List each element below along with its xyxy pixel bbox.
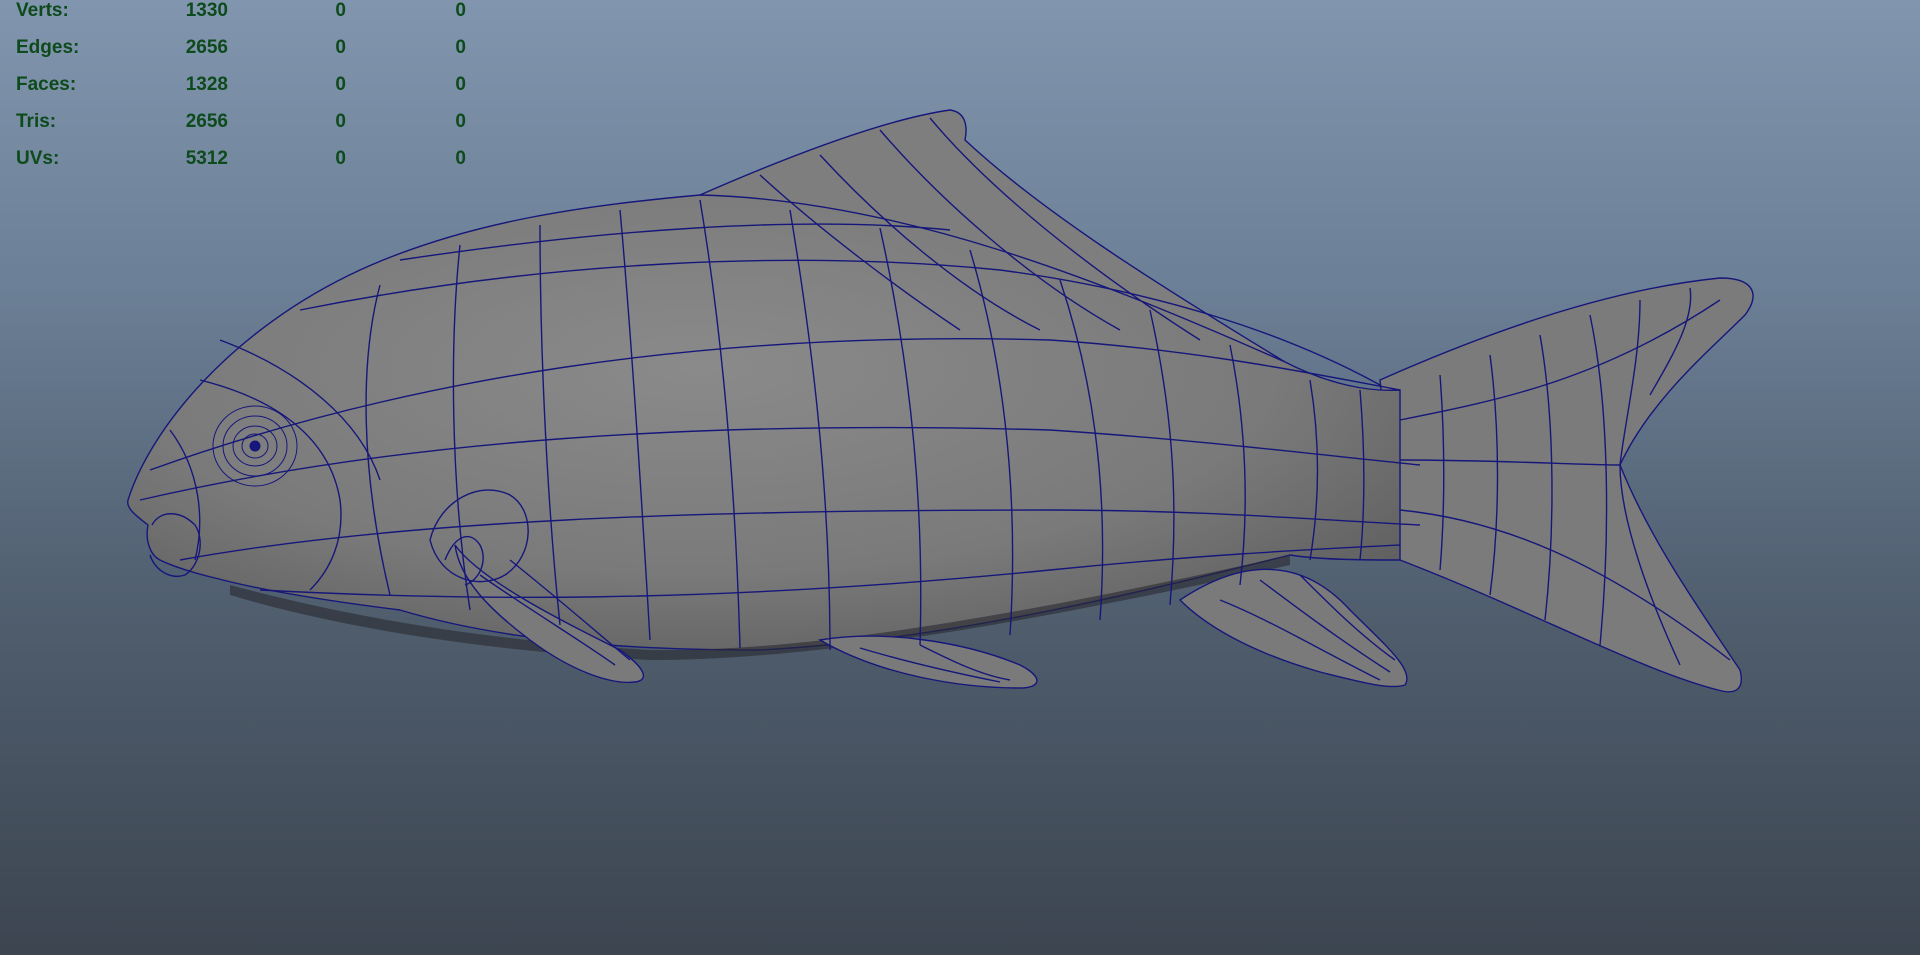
- maya-viewport[interactable]: Verts: 1330 0 0 Edges: 2656 0 0 Faces: 1…: [0, 0, 1920, 955]
- fish-mesh[interactable]: [0, 0, 1920, 955]
- eye: [212, 405, 298, 487]
- anal-fin: [1178, 568, 1408, 688]
- tail-fin: [1379, 277, 1754, 693]
- pelvic-fin: [817, 635, 1038, 689]
